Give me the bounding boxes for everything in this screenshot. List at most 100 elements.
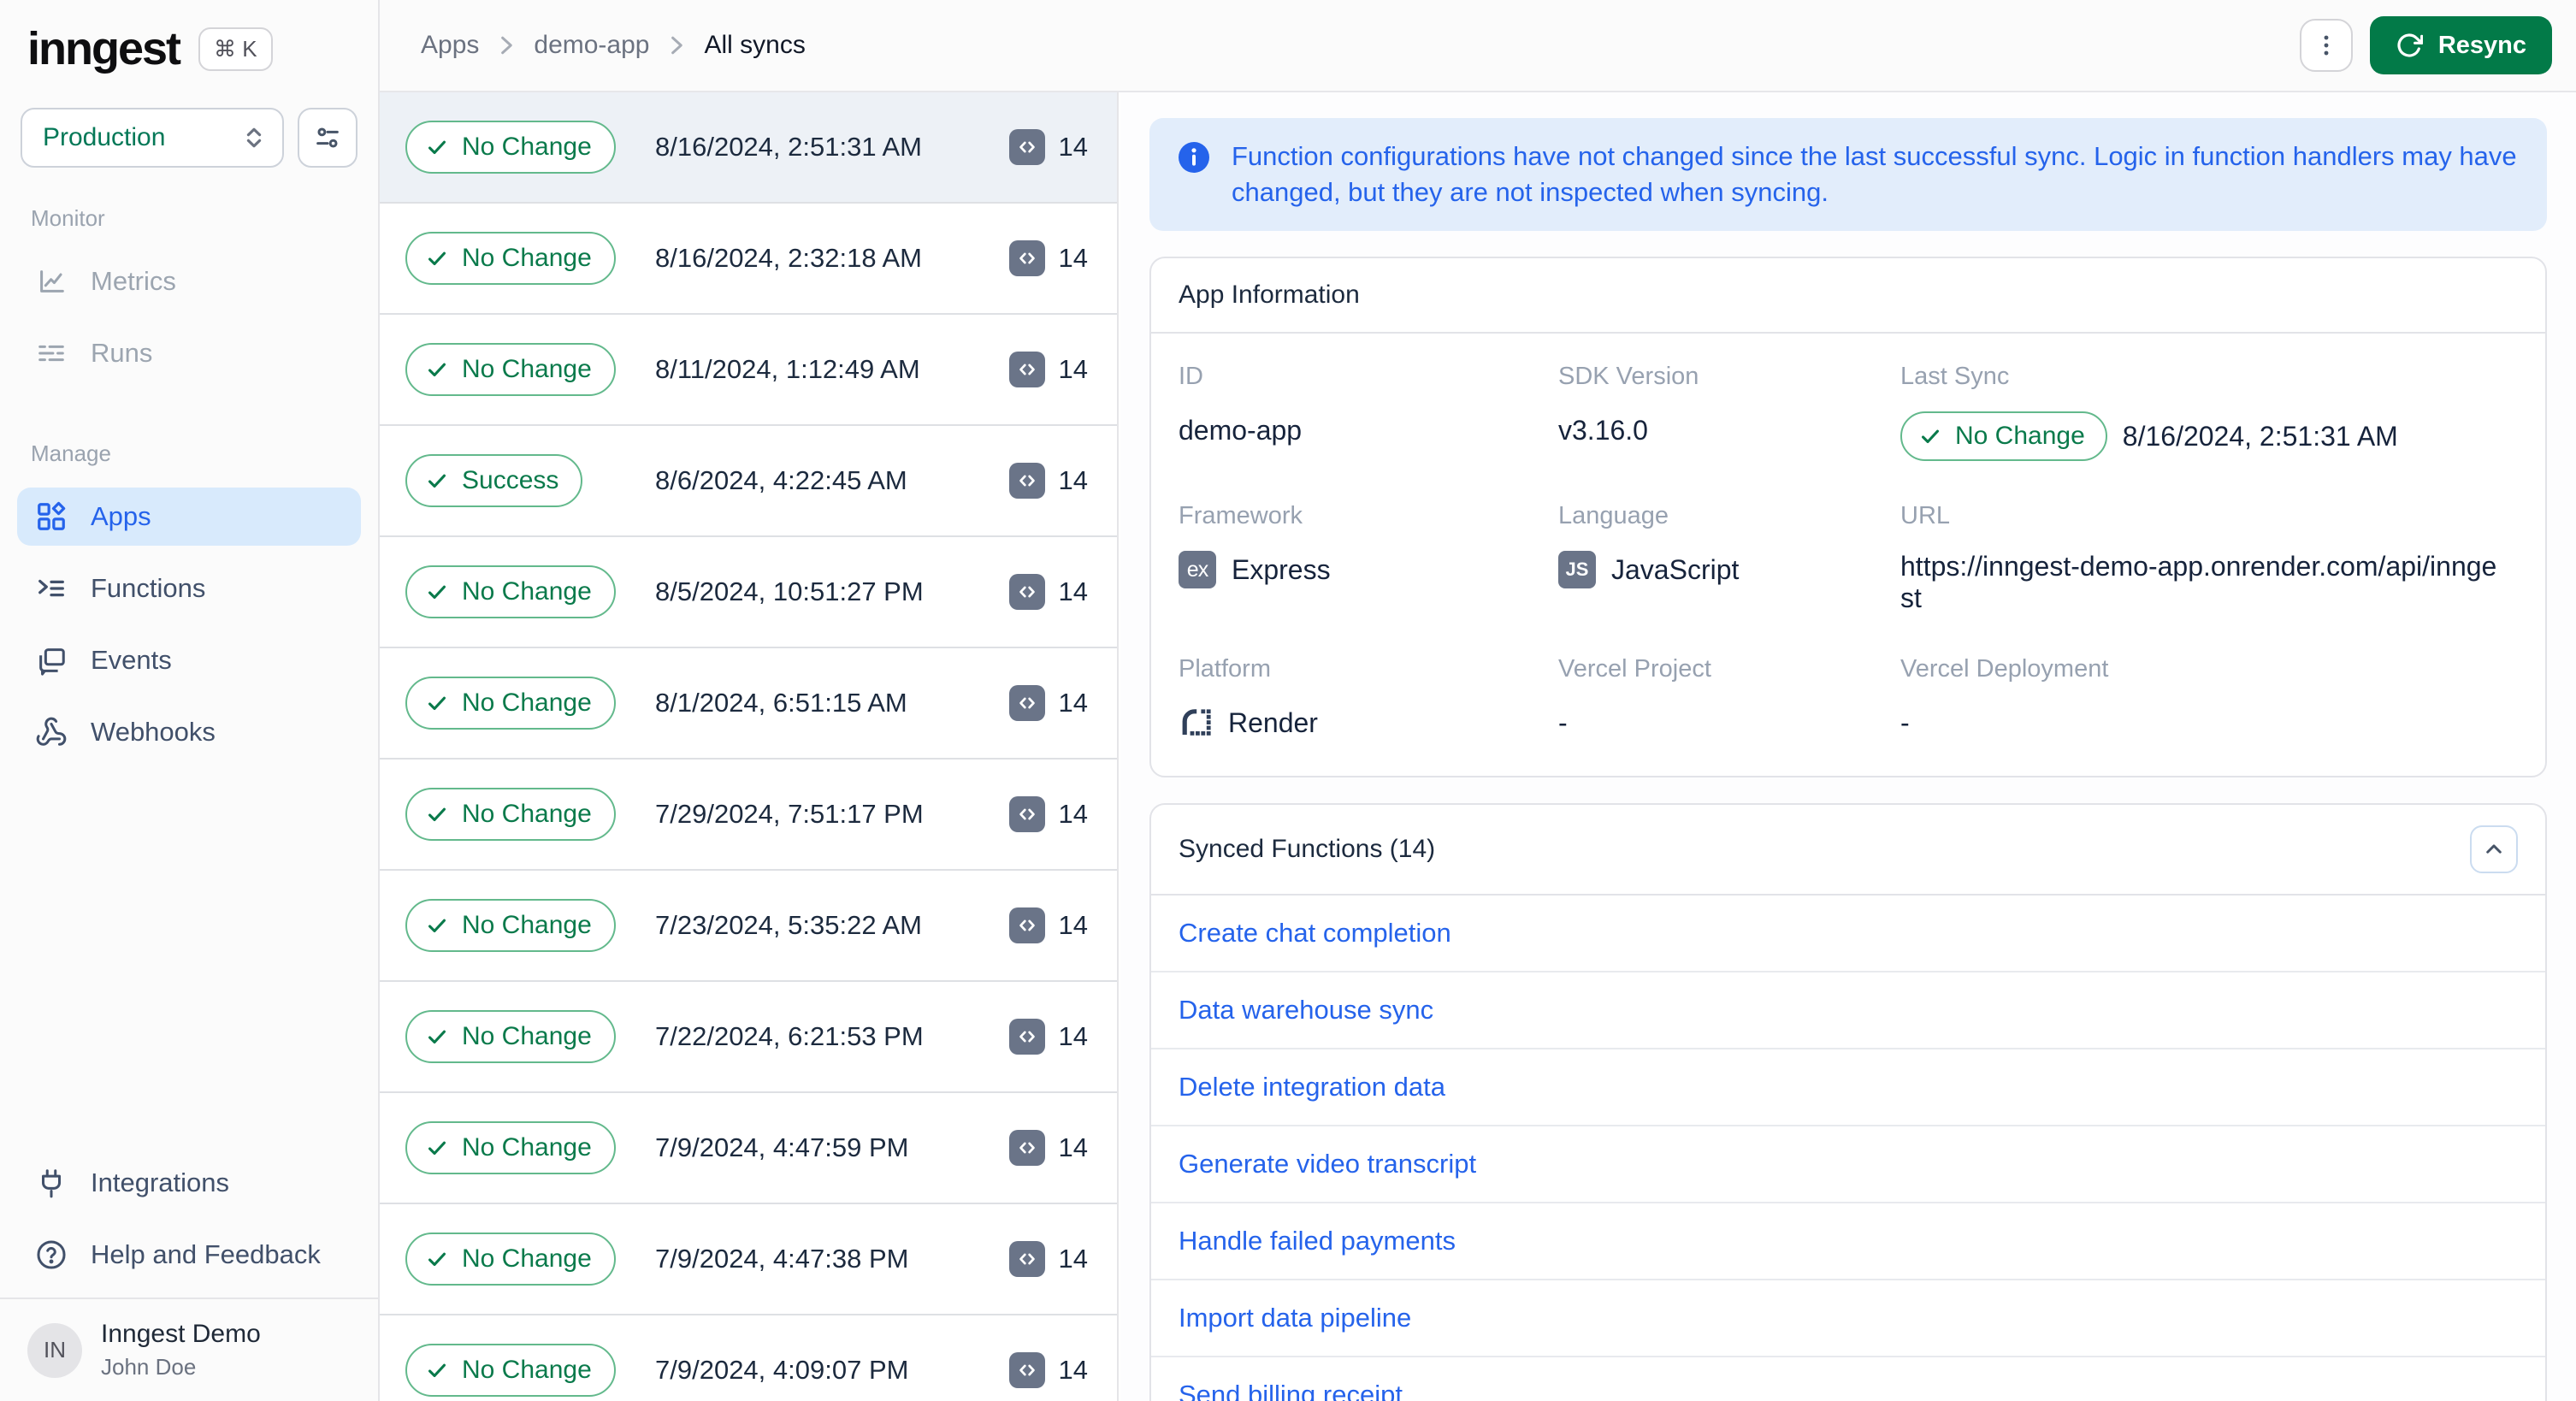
sync-timestamp: 7/9/2024, 4:47:38 PM	[655, 1244, 909, 1274]
sync-row[interactable]: No Change 8/16/2024, 2:32:18 AM 14	[380, 204, 1117, 315]
kebab-icon	[2313, 33, 2339, 58]
status-badge: No Change	[405, 121, 616, 174]
check-icon	[426, 803, 448, 825]
sidebar-item-help[interactable]: Help and Feedback	[17, 1226, 361, 1284]
check-icon	[426, 1359, 448, 1381]
function-row[interactable]: Data warehouse sync	[1151, 972, 2545, 1049]
sync-row[interactable]: No Change 7/9/2024, 4:47:38 PM 14	[380, 1204, 1117, 1315]
function-link[interactable]: Delete integration data	[1179, 1072, 1445, 1102]
sync-row[interactable]: No Change 8/16/2024, 2:51:31 AM 14	[380, 92, 1117, 204]
breadcrumb-apps[interactable]: Apps	[421, 31, 479, 60]
code-icon	[1008, 463, 1045, 499]
field-id: ID demo-app	[1179, 363, 1303, 446]
check-icon	[426, 470, 448, 492]
function-row[interactable]: Import data pipeline	[1151, 1280, 2545, 1357]
sidebar-item-events[interactable]: Events	[17, 631, 361, 689]
sliders-icon	[313, 123, 342, 152]
sync-row[interactable]: No Change 8/1/2024, 6:51:15 AM 14	[380, 648, 1117, 760]
status-badge: Success	[405, 454, 583, 507]
function-link[interactable]: Generate video transcript	[1179, 1149, 1476, 1179]
sync-row[interactable]: No Change 8/5/2024, 10:51:27 PM 14	[380, 537, 1117, 648]
sidebar-item-functions[interactable]: Functions	[17, 559, 361, 618]
environment-select[interactable]: Production	[21, 108, 284, 168]
more-options-button[interactable]	[2299, 19, 2353, 72]
sync-timestamp: 8/1/2024, 6:51:15 AM	[655, 688, 907, 718]
help-icon	[34, 1238, 68, 1271]
sidebar-item-webhooks[interactable]: Webhooks	[17, 703, 361, 761]
environment-settings-button[interactable]	[298, 108, 357, 168]
synced-function-count: 14	[1008, 463, 1088, 499]
status-badge: No Change	[405, 788, 616, 841]
synced-function-count: 14	[1008, 907, 1088, 943]
status-label: No Change	[462, 355, 592, 383]
field-vercel-deployment: Vercel Deployment -	[1900, 655, 2109, 738]
sync-row[interactable]: No Change 7/23/2024, 5:35:22 AM 14	[380, 871, 1117, 982]
status-badge: No Change	[405, 1010, 616, 1063]
count-value: 14	[1058, 243, 1088, 273]
app-information-card: App Information ID demo-app SDK Version …	[1149, 257, 2547, 777]
function-row[interactable]: Handle failed payments	[1151, 1203, 2545, 1280]
sync-detail-panel: Function configurations have not changed…	[1120, 92, 2576, 1401]
check-icon	[426, 358, 448, 381]
function-link[interactable]: Handle failed payments	[1179, 1226, 1456, 1256]
user-name: John Doe	[101, 1354, 197, 1380]
sidebar-item-apps[interactable]: Apps	[17, 488, 361, 546]
sidebar-item-runs[interactable]: Runs	[17, 324, 361, 382]
collapse-button[interactable]	[2470, 825, 2518, 873]
sidebar-item-label: Functions	[91, 573, 206, 603]
status-label: No Change	[462, 133, 592, 161]
command-k-shortcut[interactable]: ⌘ K	[198, 27, 273, 71]
synced-function-count: 14	[1008, 685, 1088, 721]
topbar: Apps demo-app All syncs Resync	[380, 0, 2576, 92]
count-value: 14	[1058, 465, 1088, 495]
synced-function-count: 14	[1008, 796, 1088, 832]
sync-row[interactable]: No Change 7/29/2024, 7:51:17 PM 14	[380, 760, 1117, 871]
function-row[interactable]: Generate video transcript	[1151, 1126, 2545, 1203]
count-value: 14	[1058, 1355, 1088, 1385]
field-vercel-project: Vercel Project -	[1558, 655, 1711, 738]
sidebar-item-metrics[interactable]: Metrics	[17, 252, 361, 310]
synced-functions-title: Synced Functions (14)	[1179, 835, 1436, 863]
function-link[interactable]: Send billing receipt	[1179, 1380, 1403, 1401]
sync-row[interactable]: No Change 8/11/2024, 1:12:49 AM 14	[380, 315, 1117, 426]
resync-button[interactable]: Resync	[2369, 16, 2552, 74]
synced-function-count: 14	[1008, 574, 1088, 610]
sync-row[interactable]: No Change 7/22/2024, 6:21:53 PM 14	[380, 982, 1117, 1093]
synced-function-count: 14	[1008, 352, 1088, 387]
sync-timestamp: 8/5/2024, 10:51:27 PM	[655, 576, 924, 606]
status-label: No Change	[462, 244, 592, 272]
count-value: 14	[1058, 576, 1088, 606]
function-row[interactable]: Create chat completion	[1151, 896, 2545, 972]
refresh-icon	[2396, 32, 2423, 59]
user-menu[interactable]: IN Inngest Demo John Doe	[0, 1298, 378, 1401]
sync-row[interactable]: No Change 7/9/2024, 4:09:07 PM 14	[380, 1315, 1117, 1401]
synced-function-count: 14	[1008, 129, 1088, 165]
function-link[interactable]: Create chat completion	[1179, 918, 1451, 949]
status-badge: No Change	[405, 343, 616, 396]
count-value: 14	[1058, 132, 1088, 162]
chevron-up-down-icon	[241, 125, 267, 151]
javascript-icon: JS	[1558, 551, 1596, 588]
status-badge: No Change	[405, 565, 616, 618]
status-label: No Change	[462, 1244, 592, 1273]
sidebar-item-integrations[interactable]: Integrations	[17, 1154, 361, 1212]
field-sdk-version: SDK Version v3.16.0	[1558, 363, 1699, 446]
breadcrumb-demo-app[interactable]: demo-app	[534, 31, 649, 60]
function-row[interactable]: Delete integration data	[1151, 1049, 2545, 1126]
code-icon	[1008, 240, 1045, 276]
code-icon	[1008, 685, 1045, 721]
synced-functions-card: Synced Functions (14) Create chat comple…	[1149, 803, 2547, 1401]
sidebar-item-label: Events	[91, 645, 172, 675]
synced-functions-list: Create chat completion Data warehouse sy…	[1151, 896, 2545, 1401]
function-link[interactable]: Data warehouse sync	[1179, 995, 1433, 1026]
events-icon	[34, 644, 68, 677]
function-link[interactable]: Import data pipeline	[1179, 1303, 1411, 1333]
logo-row: inngest ⌘ K	[0, 0, 378, 91]
sync-row[interactable]: Success 8/6/2024, 4:22:45 AM 14	[380, 426, 1117, 537]
check-icon	[426, 1137, 448, 1159]
sync-row[interactable]: No Change 7/9/2024, 4:47:59 PM 14	[380, 1093, 1117, 1204]
status-badge: No Change	[1900, 411, 2107, 461]
apps-grid-icon	[34, 500, 68, 533]
synced-function-count: 14	[1008, 1352, 1088, 1388]
function-row[interactable]: Send billing receipt	[1151, 1357, 2545, 1401]
